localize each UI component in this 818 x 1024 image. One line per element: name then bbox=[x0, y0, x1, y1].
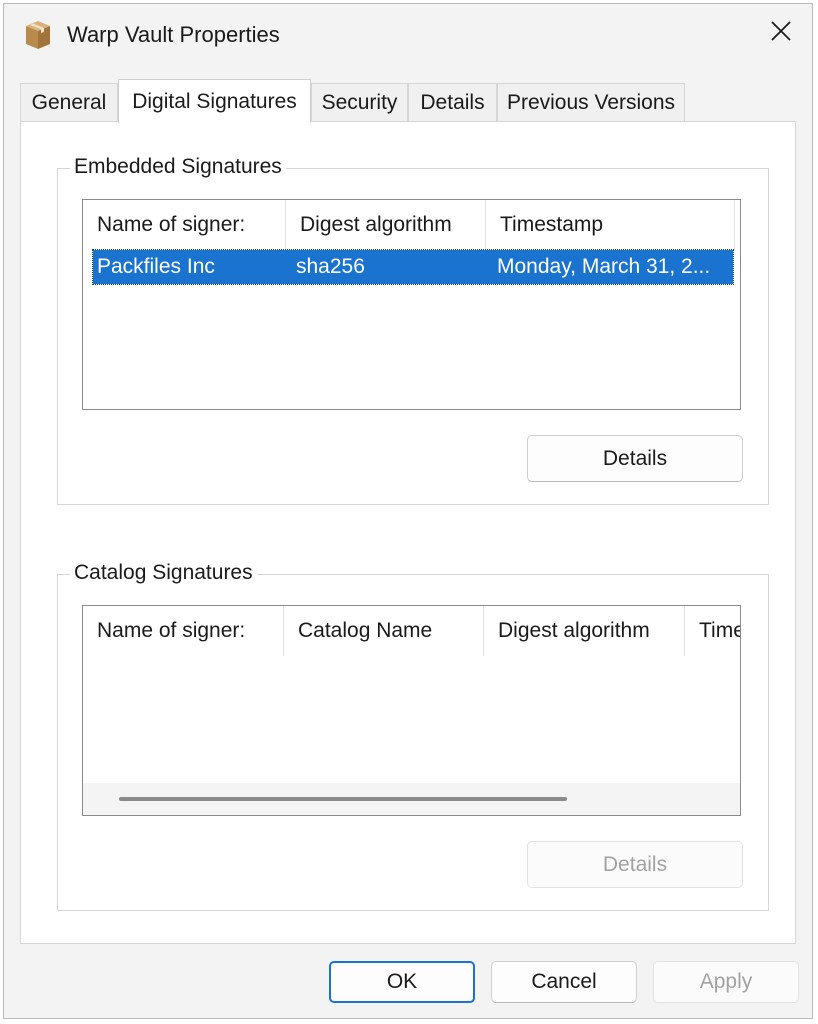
list-header: Name of signer: Catalog Name Digest algo… bbox=[83, 606, 740, 656]
horizontal-scrollbar[interactable] bbox=[83, 783, 740, 815]
catalog-details-button[interactable]: Details bbox=[527, 841, 743, 888]
scrollbar-thumb[interactable] bbox=[119, 797, 567, 801]
close-button[interactable] bbox=[764, 16, 798, 50]
properties-dialog: Warp Vault Properties General Digital Si… bbox=[3, 3, 813, 1019]
embedded-details-button[interactable]: Details bbox=[527, 435, 743, 482]
catalog-signatures-label: Catalog Signatures bbox=[70, 561, 257, 585]
package-box-icon bbox=[24, 20, 52, 50]
column-header-catalog-name[interactable]: Catalog Name bbox=[284, 606, 484, 656]
close-icon bbox=[770, 20, 792, 47]
cell-signer: Packfiles Inc bbox=[97, 255, 215, 278]
column-header-signer[interactable]: Name of signer: bbox=[83, 200, 286, 250]
digital-signatures-panel: Embedded Signatures Name of signer: Dige… bbox=[20, 121, 796, 944]
table-row[interactable]: Packfiles Inc sha256 Monday, March 31, 2… bbox=[92, 249, 734, 285]
catalog-signatures-group: Catalog Signatures Name of signer: Catal… bbox=[57, 561, 769, 911]
cancel-button[interactable]: Cancel bbox=[491, 961, 637, 1003]
column-header-digest[interactable]: Digest algorithm bbox=[484, 606, 685, 656]
column-header-digest[interactable]: Digest algorithm bbox=[286, 200, 486, 250]
ok-button[interactable]: OK bbox=[329, 961, 475, 1003]
column-header-signer[interactable]: Name of signer: bbox=[83, 606, 284, 656]
tab-general[interactable]: General bbox=[20, 83, 118, 121]
embedded-signatures-group: Embedded Signatures Name of signer: Dige… bbox=[57, 155, 769, 505]
apply-button[interactable]: Apply bbox=[653, 961, 799, 1003]
cell-digest: sha256 bbox=[296, 255, 365, 278]
tab-digital-signatures[interactable]: Digital Signatures bbox=[118, 79, 311, 123]
column-header-time[interactable]: Time bbox=[685, 606, 740, 656]
tab-security[interactable]: Security bbox=[311, 83, 408, 121]
list-header: Name of signer: Digest algorithm Timesta… bbox=[83, 200, 740, 250]
embedded-signatures-label: Embedded Signatures bbox=[70, 155, 286, 179]
title-bar[interactable]: Warp Vault Properties bbox=[4, 4, 812, 66]
embedded-signatures-list[interactable]: Name of signer: Digest algorithm Timesta… bbox=[82, 199, 741, 410]
column-header-timestamp[interactable]: Timestamp bbox=[486, 200, 735, 250]
catalog-signatures-list[interactable]: Name of signer: Catalog Name Digest algo… bbox=[82, 605, 741, 816]
window-title: Warp Vault Properties bbox=[67, 22, 280, 47]
cell-timestamp: Monday, March 31, 2... bbox=[497, 255, 711, 278]
tab-previous-versions[interactable]: Previous Versions bbox=[497, 83, 685, 121]
tab-details[interactable]: Details bbox=[408, 83, 497, 121]
